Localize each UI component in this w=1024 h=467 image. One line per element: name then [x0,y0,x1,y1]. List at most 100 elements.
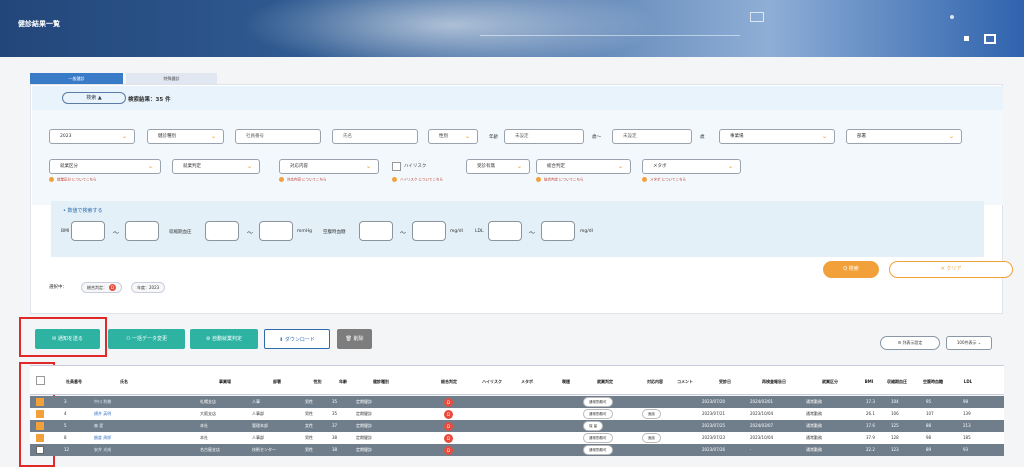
search-toggle-button[interactable]: 検索 ▲ [62,92,126,104]
age-to-input[interactable]: 未設定 [612,129,692,144]
cell-sex: 男性 [305,399,313,404]
table-row[interactable]: 3 中川 利樹 札幌支店 人事 男性 35 定期健診 2023/07/20 2024/03/01… [30,396,1004,408]
cell-fbs: 98 [926,435,932,440]
column-header[interactable]: 就業区分 [806,366,854,396]
column-settings-button[interactable]: ☰ 列表示設定 [880,336,940,350]
window-icon[interactable] [984,34,996,44]
cell-age: 37 [332,423,338,428]
cell-employee-name[interactable]: 森 愛 [94,420,103,432]
work-judgment-pill[interactable]: 通常勤務可 [583,397,613,407]
work-judgment-pill[interactable]: 通常勤務可 [583,445,613,455]
year-select[interactable]: 2023 ⌄ [49,129,135,144]
filter-chip-overall[interactable]: 総合判定： D [81,282,122,293]
age-from-input[interactable]: 未設定 [504,129,584,144]
delete-button[interactable]: 🗑 削除 [337,329,372,349]
row-checkbox[interactable] [36,398,44,406]
column-header[interactable]: 再検査報告日 [750,366,798,396]
column-header[interactable]: 就業判定 [583,366,627,396]
cell-employee-name[interactable]: 額倉 周郎 [94,432,111,444]
table-row[interactable]: 5 森 愛 本社 管理本部 女性 37 定期健診 2023/07/25 2024/03/07 通常… [30,420,1004,432]
column-header[interactable]: 受診日 [702,366,748,396]
response-pill[interactable]: 面談 [642,409,661,419]
metabo-help-link[interactable]: メタボ についてこちら [642,177,686,183]
ldl-max-input[interactable] [541,221,575,241]
work-judgment-select[interactable]: 就業判定 ⌄ [172,159,260,174]
bulk-change-button[interactable]: ⚇ 一括データ変更 [108,329,185,349]
chevron-down-icon: ⌄ [246,163,252,170]
mail-icon[interactable] [750,12,764,22]
cell-ldl: 185 [963,435,971,440]
row-checkbox[interactable] [36,446,44,454]
download-button[interactable]: ⬇ ダウンロード [264,329,330,349]
cell-fbs: 107 [926,411,934,416]
column-header[interactable]: BMI [858,366,880,396]
notify-button[interactable]: ✉ 通知を送る [35,329,100,349]
clear-button[interactable]: ✕ クリア [889,261,1013,278]
column-header[interactable]: メタボ [513,366,541,396]
bmi-max-input[interactable] [125,221,159,241]
row-checkbox[interactable] [36,434,44,442]
work-class-select[interactable]: 就業区分 ⌄ [49,159,161,174]
cell-employee-name[interactable]: 中川 利樹 [94,396,111,408]
employee-no-input[interactable]: 社員番号 [235,129,321,144]
column-header[interactable]: 空腹時血糖 [914,366,952,396]
sbp-max-input[interactable] [259,221,293,241]
bmi-min-input[interactable] [71,221,105,241]
column-header[interactable]: ハイリスク [476,366,508,396]
tab-special[interactable]: 特殊健診 [126,73,217,84]
work-class-help-link[interactable]: 就業区分 についてこちら [49,177,97,183]
select-all-checkbox[interactable] [36,376,45,385]
response-pill[interactable]: 面談 [642,433,661,443]
table-row[interactable]: 8 額倉 周郎 本社 人事部 男性 38 定期健診 2023/07/23 2023/10/04 通… [30,432,1004,444]
high-risk-checkbox[interactable] [392,162,401,171]
overall-help-link[interactable]: 総合判定 についてこちら [536,177,584,183]
table-row[interactable]: 12 安井 光成 名古屋支店 技術センター 男性 38 定期健診 2023/07/26 - 通常勤… [30,444,1004,456]
overall-help-text: 総合判定 についてこちら [544,177,584,182]
work-judgment-pill[interactable]: 通常勤務可 [583,433,613,443]
column-header[interactable]: 氏名 [94,366,154,396]
auto-judge-button[interactable]: ⚙ 自動就業判定 [190,329,258,349]
fbs-min-input[interactable] [359,221,393,241]
cell-employee-name[interactable]: 横井 英明 [94,408,111,420]
filter-chip-overall-label: 総合判定： [87,285,107,290]
row-checkbox[interactable] [36,410,44,418]
name-input[interactable]: 氏名 [332,129,418,144]
column-header[interactable]: 対応内容 [640,366,670,396]
cell-sex: 男性 [305,435,313,440]
search-button[interactable]: Q 検索 [823,261,879,278]
column-header[interactable]: LDL [956,366,980,396]
column-header[interactable]: コメント [674,366,696,396]
office-select[interactable]: 事業場 ⌄ [719,129,835,144]
ldl-min-input[interactable] [488,221,522,241]
column-header[interactable]: 事業場 [200,366,250,396]
overall-select[interactable]: 総合判定 ⌄ [536,159,631,174]
sbp-min-input[interactable] [205,221,239,241]
fbs-max-input[interactable] [412,221,446,241]
work-judgment-pill[interactable]: 保 留 [583,421,604,431]
exam-type-select[interactable]: 健診種別 ⌄ [147,129,224,144]
per-page-select[interactable]: 100件表示 ⌄ [946,336,992,350]
filter-chip-year[interactable]: 年度：2023 [131,282,166,293]
selected-label: 選択中： [49,285,67,290]
column-header[interactable]: 性別 [305,366,330,396]
column-header[interactable]: 収縮期血圧 [883,366,911,396]
row-checkbox[interactable] [36,422,44,430]
column-header[interactable]: 健診種別 [356,366,406,396]
column-header[interactable]: 社員番号 [64,366,84,396]
high-risk-help-link[interactable]: ハイリスク についてこちら [392,177,443,183]
sex-select[interactable]: 性別 ⌄ [428,129,478,144]
column-header[interactable]: 年齢 [332,366,354,396]
column-header[interactable]: 喫煙 [557,366,575,396]
column-header[interactable]: 部署 [252,366,302,396]
work-judgment-pill[interactable]: 通常勤務可 [583,409,613,419]
column-header[interactable]: 総合判定 [440,366,458,396]
cell-exam-type: 定期健診 [356,399,372,404]
table-row[interactable]: 4 横井 英明 大阪支店 人事部 男性 35 定期健診 2023/07/21 2023/10/0… [30,408,1004,420]
response-select[interactable]: 対応内容 ⌄ [279,159,379,174]
cell-employee-name[interactable]: 安井 光成 [94,444,111,456]
consult-select[interactable]: 受診有無 ⌄ [466,159,530,174]
tab-general[interactable]: 一般健診 [30,73,123,84]
dept-select[interactable]: 部署 ⌄ [846,129,962,144]
metabo-select[interactable]: メタボ ⌄ [642,159,741,174]
response-help-link[interactable]: 対応内容 についてこちら [279,177,327,183]
